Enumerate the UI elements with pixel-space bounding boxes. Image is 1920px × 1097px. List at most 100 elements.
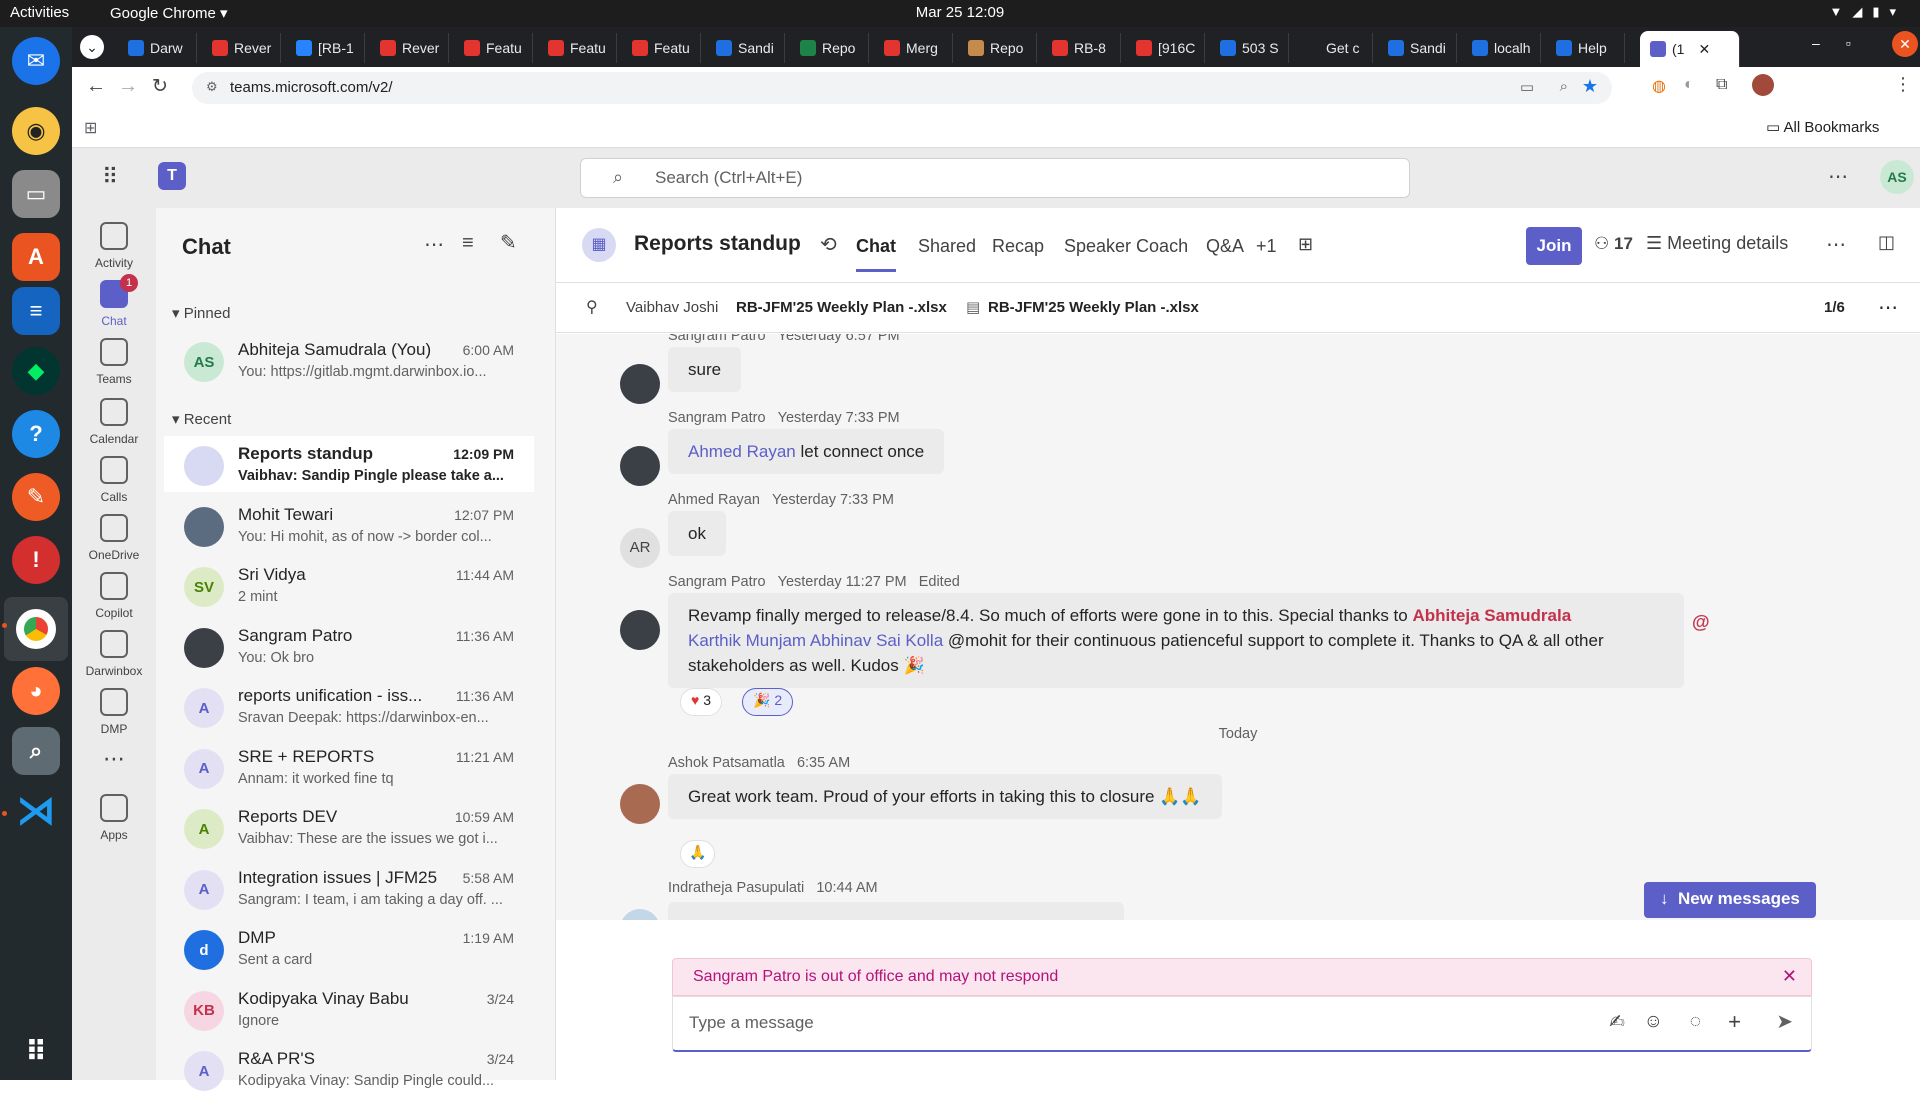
help-icon[interactable]: ? <box>12 410 60 458</box>
reload-icon[interactable]: ↻ <box>152 75 168 98</box>
browser-tab[interactable]: localh <box>1462 33 1541 63</box>
update-icon[interactable]: ! <box>12 536 60 584</box>
attach-plus-icon[interactable]: + <box>1728 1009 1741 1035</box>
browser-tab[interactable]: [RB-1 <box>286 33 365 63</box>
sangram-avatar[interactable] <box>620 364 660 404</box>
browser-tab[interactable]: Help <box>1546 33 1625 63</box>
site-info-icon[interactable]: ⚙ <box>206 79 218 95</box>
window-controls[interactable]: ‒▫ <box>1812 35 1877 51</box>
rail-item-teams[interactable]: Teams <box>72 338 156 386</box>
chat-list-item[interactable]: Reports standup 12:09 PM Vaibhav: Sandip P… <box>164 436 534 492</box>
filter-icon[interactable]: ≡ <box>462 232 474 255</box>
chat-list-item[interactable]: Sangram Patro 11:36 AM You: Ok bro <box>164 618 534 674</box>
app-launcher-icon[interactable]: ⠿ <box>102 164 118 190</box>
rail-item-darwinbox[interactable]: Darwinbox <box>72 630 156 678</box>
postman-icon[interactable]: ✎ <box>12 473 60 521</box>
pin-more-icon[interactable]: ⋯ <box>1878 295 1898 320</box>
chat-list-item[interactable]: SV Sri Vidya 11:44 AM 2 mint <box>164 557 534 613</box>
rail-item-calendar[interactable]: Calendar <box>72 398 156 446</box>
chrome-icon[interactable] <box>4 597 68 661</box>
software-icon[interactable]: A <box>12 233 60 281</box>
browser-tab[interactable]: 503 S <box>1210 33 1289 63</box>
zoom-icon[interactable]: ⌕ <box>1560 78 1568 95</box>
back-icon[interactable]: ← <box>86 75 106 98</box>
bookmark-star-icon[interactable]: ★ <box>1582 76 1598 97</box>
message-bubble[interactable]: Ahmed Rayan let connect once <box>668 429 945 474</box>
chat-list-item[interactable]: A Reports DEV 10:59 AM Vaibhav: These are t… <box>164 799 534 855</box>
browser-tab[interactable]: Darw <box>118 33 197 63</box>
more-options-icon[interactable]: ⋯ <box>424 232 444 257</box>
meeting-tab[interactable]: Recap <box>992 236 1044 257</box>
rail-item-chat[interactable]: Chat 1 <box>72 274 156 328</box>
profile-avatar[interactable] <box>1752 74 1774 96</box>
browser-tab[interactable]: Featu <box>622 33 701 63</box>
firefox-icon[interactable]: ◕ <box>12 667 60 715</box>
thunderbird-icon[interactable]: ✉ <box>12 37 60 85</box>
reaction-heart[interactable]: ♥ 3 <box>680 688 722 716</box>
close-tab-icon[interactable]: ✕ <box>1698 41 1710 58</box>
new-messages-button[interactable]: ↓ New messages <box>1644 882 1816 918</box>
sangram-avatar[interactable] <box>620 446 660 486</box>
meeting-tab[interactable]: +1 <box>1256 236 1277 257</box>
extension-icon-2[interactable]: ◐ <box>1684 76 1694 94</box>
ashok-avatar[interactable] <box>620 784 660 824</box>
rail-item-copilot[interactable]: Copilot <box>72 572 156 620</box>
format-icon[interactable]: ✍ <box>1609 1011 1625 1034</box>
mention-abhinav[interactable]: Abhinav Sai Kolla <box>810 631 943 650</box>
rail-item-dmp[interactable]: DMP <box>72 688 156 736</box>
pinned-message-bar[interactable]: ⚲ Vaibhav Joshi RB-JFM'25 Weekly Plan -.… <box>556 283 1920 333</box>
message-bubble[interactable]: Revamp finally merged to release/8.4. So… <box>668 593 1684 688</box>
apps-grid-icon[interactable]: ⊞ <box>84 118 97 138</box>
reaction-pray[interactable]: 🙏 <box>680 840 716 868</box>
browser-tab[interactable]: Merg <box>874 33 953 63</box>
new-tab-icon[interactable]: + <box>1722 33 1735 59</box>
side-panel-icon[interactable]: ◫ <box>1878 232 1895 253</box>
browser-tab[interactable]: Sandi <box>706 33 785 63</box>
chat-list-item[interactable]: Mohit Tewari 12:07 PM You: Hi mohit, as of… <box>164 497 534 553</box>
meeting-details-button[interactable]: ☰ Meeting details <box>1646 233 1788 254</box>
meeting-tab[interactable]: Q&A <box>1206 236 1244 257</box>
chat-list-item[interactable]: A SRE + REPORTS 11:21 AM Annam: it worked f… <box>164 739 534 795</box>
add-tab-icon[interactable]: ⊞ <box>1298 234 1313 255</box>
browser-tab[interactable]: Repo <box>790 33 869 63</box>
reaction-party[interactable]: 🎉 2 <box>742 688 794 716</box>
chat-list-item[interactable]: KB Kodipyaka Vinay Babu 3/24 Ignore <box>164 981 534 1037</box>
message-bubble[interactable]: sure <box>668 347 742 392</box>
browser-tab[interactable]: Featu <box>454 33 533 63</box>
chat-list-item[interactable]: d DMP 1:19 AM Sent a card <box>164 920 534 976</box>
rail-item-activity[interactable]: Activity <box>72 222 156 270</box>
sangram-avatar[interactable] <box>620 610 660 650</box>
cast-icon[interactable]: ▭ <box>1520 78 1534 96</box>
search-input[interactable]: ⌕ Search (Ctrl+Alt+E) <box>580 158 1410 198</box>
settings-more-icon[interactable]: ⋯ <box>1828 164 1848 189</box>
ahmed-avatar[interactable]: AR <box>620 528 660 568</box>
meeting-tab[interactable]: Chat <box>856 236 896 272</box>
recent-section[interactable]: ▾ Recent <box>172 410 231 428</box>
address-bar[interactable]: ⚙ teams.microsoft.com/v2/ ▭ ⌕ ★ <box>192 72 1612 104</box>
files-icon[interactable]: ▭ <box>12 170 60 218</box>
join-button[interactable]: Join <box>1526 227 1582 265</box>
mention-ahmed[interactable]: Ahmed Rayan <box>688 442 796 461</box>
extension-icon[interactable]: ◍ <box>1652 76 1666 96</box>
rail-item-calls[interactable]: Calls <box>72 456 156 504</box>
screenshot-icon[interactable]: ⌕ <box>12 727 60 775</box>
rail-item-onedrive[interactable]: OneDrive <box>72 514 156 562</box>
message-bubble[interactable]: ok <box>668 511 726 556</box>
message-bubble-partial[interactable] <box>668 902 1124 920</box>
mention-karthik[interactable]: Karthik Munjam <box>688 631 806 650</box>
indratheja-avatar[interactable] <box>620 909 660 920</box>
user-avatar[interactable]: AS <box>1880 160 1914 194</box>
emoji-icon[interactable]: ☺ <box>1644 1011 1663 1033</box>
close-window-icon[interactable]: ✕ <box>1892 31 1918 57</box>
new-chat-icon[interactable]: ✎ <box>500 230 517 255</box>
chat-list-item[interactable]: AS Abhiteja Samudrala (You) 6:00 AM You: ht… <box>164 332 534 388</box>
rhythmbox-icon[interactable]: ◉ <box>12 107 60 155</box>
browser-tab[interactable]: [916C <box>1126 33 1205 63</box>
pinned-section[interactable]: ▾ Pinned <box>172 304 230 322</box>
participants-button[interactable]: ⚇ 17 <box>1594 234 1633 254</box>
clock[interactable]: Mar 25 12:09 <box>0 4 1920 21</box>
browser-tab[interactable]: Repo <box>958 33 1037 63</box>
mongodb-compass-icon[interactable]: ◆ <box>12 347 60 395</box>
chat-list-item[interactable]: A R&A PR'S 3/24 Kodipyaka Vinay: Sandip Pin… <box>164 1041 534 1097</box>
loop-icon[interactable]: ◌ <box>1690 1011 1701 1033</box>
